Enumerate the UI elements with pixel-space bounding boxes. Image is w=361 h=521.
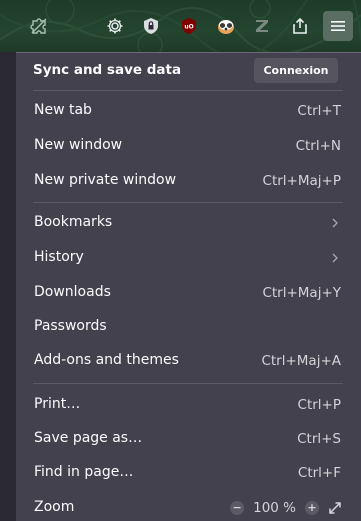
connexion-button[interactable]: Connexion [254,58,338,83]
menu-item-shortcut: Ctrl+S [297,431,341,447]
menu-item-find-in-page[interactable]: Find in page… Ctrl+F [16,457,361,489]
menu-item-shortcut: Ctrl+Maj+A [261,353,341,369]
menu-item-history[interactable]: History [16,242,361,274]
menu-item-print[interactable]: Print… Ctrl+P [16,389,361,421]
menu-item-label: History [34,249,84,265]
sync-header: Sync and save data Connexion [16,53,361,89]
menu-item-label: Downloads [34,284,111,300]
menu-item-shortcut: Ctrl+F [297,465,341,481]
menu-item-shortcut: Ctrl+Maj+Y [262,285,341,301]
menu-item-label: Bookmarks [34,214,113,230]
zoom-label: Zoom [34,499,75,515]
password-lock-icon[interactable] [140,15,162,37]
menu-item-save-page-as[interactable]: Save page as… Ctrl+S [16,423,361,455]
zoom-reset-button[interactable]: 100 % [253,500,296,516]
menu-item-label: New tab [34,102,92,118]
fullscreen-expand-icon[interactable] [327,500,343,516]
menu-item-shortcut: Ctrl+T [297,103,341,119]
menu-item-label: Add-ons and themes [34,352,179,368]
menu-separator [33,383,343,384]
hamburger-menu-button[interactable] [323,11,353,41]
menu-item-new-window[interactable]: New window Ctrl+N [16,130,361,162]
menu-separator [33,202,343,203]
browser-toolbar: uO [0,0,361,52]
share-icon[interactable] [289,15,311,37]
menu-item-label: New window [34,137,123,153]
extensions-puzzle-icon[interactable] [28,15,50,37]
privacy-badger-icon[interactable] [215,15,237,37]
menu-item-label: Find in page… [34,464,134,480]
menu-item-shortcut: Ctrl+Maj+P [262,173,341,189]
chevron-right-icon [332,218,338,228]
menu-item-new-private-window[interactable]: New private window Ctrl+Maj+P [16,165,361,197]
zoom-in-button[interactable]: + [305,501,319,515]
ublock-origin-icon[interactable]: uO [178,15,200,37]
menu-separator [33,90,343,91]
app-menu-panel: Sync and save data Connexion New tab Ctr… [16,52,361,521]
chevron-right-icon [332,253,338,263]
menu-item-passwords[interactable]: Passwords [16,311,361,343]
menu-item-zoom: Zoom − 100 % + [16,492,361,521]
menu-item-label: Print… [34,396,81,412]
menu-item-label: New private window [34,172,177,188]
menu-item-downloads[interactable]: Downloads Ctrl+Maj+Y [16,277,361,309]
svg-text:uO: uO [184,24,193,31]
hamburger-menu-icon [331,21,345,31]
zoom-out-button[interactable]: − [230,501,245,515]
sync-title: Sync and save data [33,62,182,78]
z-extension-icon[interactable] [251,15,273,37]
menu-item-new-tab[interactable]: New tab Ctrl+T [16,95,361,127]
menu-item-shortcut: Ctrl+P [297,397,341,413]
zoom-controls: − 100 % + [230,498,343,518]
menu-item-shortcut: Ctrl+N [295,138,341,154]
menu-item-add-ons-and-themes[interactable]: Add-ons and themes Ctrl+Maj+A [16,345,361,377]
menu-item-label: Save page as… [34,430,143,446]
menu-item-label: Passwords [34,318,107,334]
settings-gear-icon[interactable] [104,15,126,37]
menu-item-bookmarks[interactable]: Bookmarks [16,207,361,239]
